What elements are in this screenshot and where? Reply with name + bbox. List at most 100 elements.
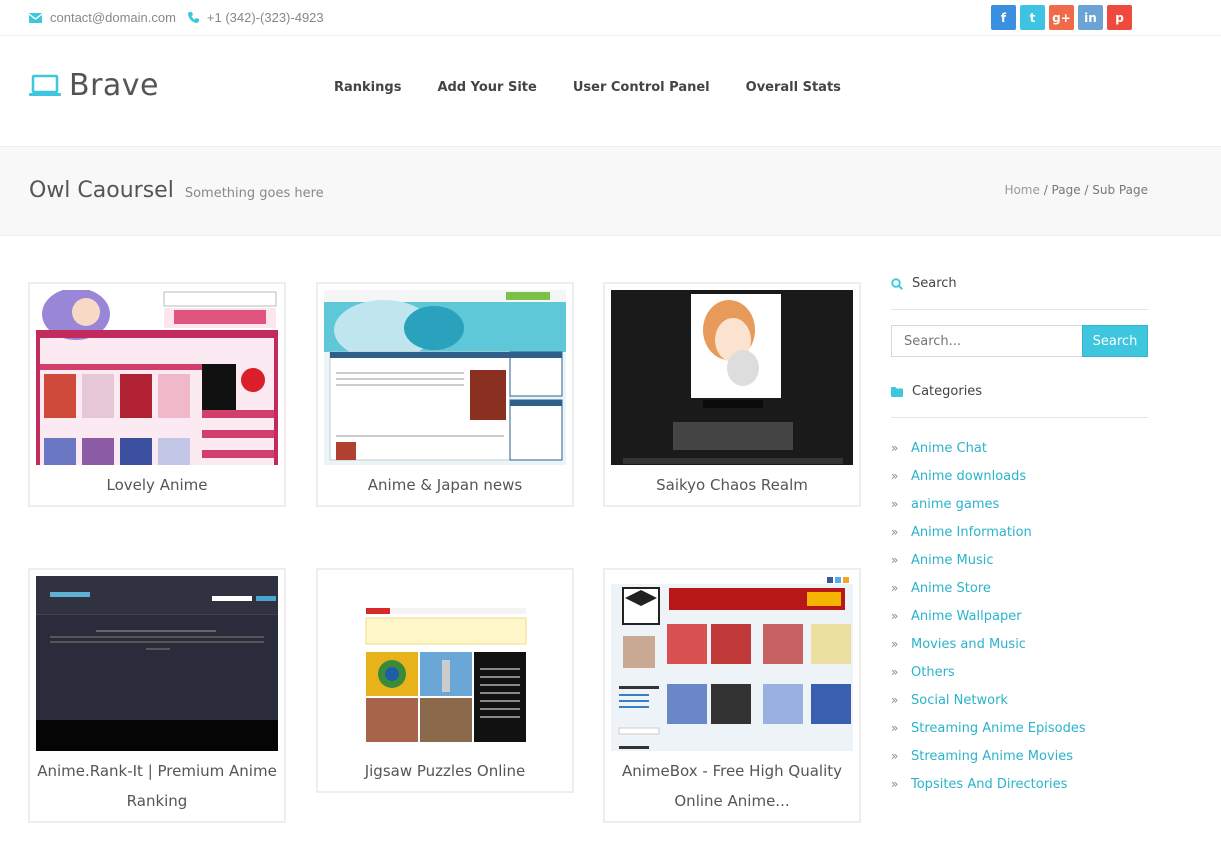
site-title-line-2[interactable]: Online Anime... xyxy=(605,786,859,816)
list-item: » Anime Information xyxy=(891,518,1086,546)
category-link[interactable]: Streaming Anime Episodes xyxy=(911,721,1086,736)
email-item[interactable]: contact@domain.com xyxy=(29,10,176,25)
site-card-lovely-anime[interactable]: Lovely Anime xyxy=(28,282,286,507)
main-nav: Rankings Add Your Site User Control Pane… xyxy=(334,80,877,95)
category-link[interactable]: Others xyxy=(911,665,955,680)
site-title-line-2[interactable]: Ranking xyxy=(30,786,284,816)
folder-icon xyxy=(891,386,903,397)
phone-item[interactable]: +1 (342)-(323)-4923 xyxy=(187,10,324,25)
category-link[interactable]: Anime Chat xyxy=(911,441,987,456)
brand-name: Brave xyxy=(69,68,160,103)
chevron-double-right-icon: » xyxy=(891,777,899,791)
page-subtitle: Something goes here xyxy=(184,186,324,201)
list-item: » Anime downloads xyxy=(891,462,1086,490)
lovely-anime-screenshot xyxy=(36,290,278,465)
site-thumbnail[interactable] xyxy=(324,290,566,465)
social-links: f t g+ in p xyxy=(991,5,1136,30)
laptop-icon xyxy=(29,74,61,96)
breadcrumb-separator: / xyxy=(1080,183,1093,197)
category-link[interactable]: Anime Information xyxy=(911,525,1032,540)
list-item: » Streaming Anime Movies xyxy=(891,742,1086,770)
chevron-double-right-icon: » xyxy=(891,441,899,455)
chevron-double-right-icon: » xyxy=(891,721,899,735)
site-card-anime-rank-it[interactable]: Anime.Rank-It | Premium Anime Ranking xyxy=(28,568,286,823)
list-item: » Movies and Music xyxy=(891,630,1086,658)
anime-japan-news-screenshot xyxy=(324,290,566,465)
nav-rankings[interactable]: Rankings xyxy=(334,80,401,95)
search-heading: Search xyxy=(891,276,957,291)
list-item: » Anime Store xyxy=(891,574,1086,602)
list-item: » Anime Wallpaper xyxy=(891,602,1086,630)
category-link[interactable]: Anime Wallpaper xyxy=(911,609,1022,624)
site-title[interactable]: Anime & Japan news xyxy=(318,470,572,500)
list-item: » anime games xyxy=(891,490,1086,518)
list-item: » Anime Chat xyxy=(891,434,1086,462)
animebox-screenshot xyxy=(611,576,853,751)
site-card-anime-japan-news[interactable]: Anime & Japan news xyxy=(316,282,574,507)
category-link[interactable]: Anime Store xyxy=(911,581,991,596)
category-link[interactable]: anime games xyxy=(911,497,999,512)
search-input[interactable] xyxy=(891,325,1083,357)
site-title-line-1[interactable]: AnimeBox - Free High Quality xyxy=(605,756,859,786)
anime-rank-it-screenshot xyxy=(36,576,278,751)
search-icon xyxy=(891,277,903,290)
chevron-double-right-icon: » xyxy=(891,749,899,763)
linkedin-icon[interactable]: in xyxy=(1078,5,1103,30)
saikyo-chaos-realm-screenshot xyxy=(611,290,853,465)
category-link[interactable]: Movies and Music xyxy=(911,637,1026,652)
site-title[interactable]: Lovely Anime xyxy=(30,470,284,500)
nav-add-your-site[interactable]: Add Your Site xyxy=(437,80,536,95)
search-button[interactable]: Search xyxy=(1082,325,1148,357)
site-header: Brave Rankings Add Your Site User Contro… xyxy=(0,36,1221,147)
category-link[interactable]: Anime downloads xyxy=(911,469,1026,484)
chevron-double-right-icon: » xyxy=(891,581,899,595)
site-card-jigsaw-puzzles-online[interactable]: Jigsaw Puzzles Online xyxy=(316,568,574,793)
site-card-saikyo-chaos-realm[interactable]: Saikyo Chaos Realm xyxy=(603,282,861,507)
chevron-double-right-icon: » xyxy=(891,693,899,707)
divider xyxy=(891,309,1148,310)
chevron-double-right-icon: » xyxy=(891,497,899,511)
site-thumbnail[interactable] xyxy=(36,290,278,465)
category-link[interactable]: Anime Music xyxy=(911,553,994,568)
site-title-line-1[interactable]: Anime.Rank-It | Premium Anime xyxy=(30,756,284,786)
breadcrumb-page[interactable]: Page xyxy=(1052,183,1081,197)
category-link[interactable]: Topsites And Directories xyxy=(911,777,1067,792)
jigsaw-puzzles-online-screenshot xyxy=(324,576,566,751)
search-heading-text: Search xyxy=(912,276,957,291)
breadcrumb-home[interactable]: Home xyxy=(1004,183,1039,197)
chevron-double-right-icon: » xyxy=(891,609,899,623)
site-thumbnail[interactable] xyxy=(611,290,853,465)
site-thumbnail[interactable] xyxy=(36,576,278,751)
category-link[interactable]: Social Network xyxy=(911,693,1008,708)
nav-user-control-panel[interactable]: User Control Panel xyxy=(573,80,710,95)
envelope-icon xyxy=(29,12,42,23)
pinterest-icon[interactable]: p xyxy=(1107,5,1132,30)
nav-overall-stats[interactable]: Overall Stats xyxy=(746,80,841,95)
breadcrumb-sub-page: Sub Page xyxy=(1092,183,1148,197)
site-card-animebox[interactable]: AnimeBox - Free High Quality Online Anim… xyxy=(603,568,861,823)
divider xyxy=(891,417,1148,418)
site-thumbnail[interactable] xyxy=(324,576,566,751)
site-title[interactable]: Jigsaw Puzzles Online xyxy=(318,756,572,786)
top-bar: contact@domain.com +1 (342)-(323)-4923 f… xyxy=(0,0,1221,36)
list-item: » Streaming Anime Episodes xyxy=(891,714,1086,742)
page-title: Owl Caoursel Something goes here xyxy=(29,178,324,203)
contact-email: contact@domain.com xyxy=(50,10,176,25)
list-item: » Social Network xyxy=(891,686,1086,714)
google-plus-icon[interactable]: g+ xyxy=(1049,5,1074,30)
facebook-icon[interactable]: f xyxy=(991,5,1016,30)
site-title[interactable]: Saikyo Chaos Realm xyxy=(605,470,859,500)
chevron-double-right-icon: » xyxy=(891,553,899,567)
contact-info: contact@domain.com +1 (342)-(323)-4923 xyxy=(29,10,336,25)
site-thumbnail[interactable] xyxy=(611,576,853,751)
page-title-text: Owl Caoursel xyxy=(29,178,174,203)
breadcrumb: Home / Page / Sub Page xyxy=(1004,183,1148,197)
site-logo[interactable]: Brave xyxy=(29,68,159,103)
list-item: » Anime Music xyxy=(891,546,1086,574)
chevron-double-right-icon: » xyxy=(891,469,899,483)
phone-icon xyxy=(187,12,199,23)
list-item: » Others xyxy=(891,658,1086,686)
categories-heading: Categories xyxy=(891,384,982,399)
twitter-icon[interactable]: t xyxy=(1020,5,1045,30)
category-link[interactable]: Streaming Anime Movies xyxy=(911,749,1073,764)
